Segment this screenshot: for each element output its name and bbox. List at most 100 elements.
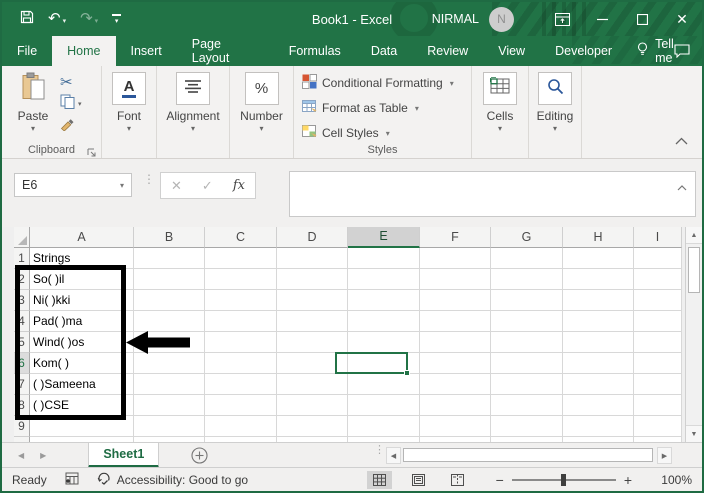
column-header-C[interactable]: C: [205, 227, 277, 248]
format-as-table-button[interactable]: Format as Table ▾: [302, 99, 419, 117]
customize-quick-access-icon[interactable]: ▾: [112, 13, 122, 25]
cell-B7[interactable]: [134, 374, 205, 395]
cell-F1[interactable]: [420, 248, 491, 269]
insert-function-icon[interactable]: fx: [233, 178, 245, 193]
selected-cell-outline[interactable]: [335, 352, 410, 376]
vertical-scrollbar-thumb[interactable]: [688, 247, 700, 293]
cell-H6[interactable]: [563, 353, 634, 374]
page-break-view-icon[interactable]: [445, 471, 470, 489]
cell-I9[interactable]: [634, 416, 682, 437]
cancel-entry-icon[interactable]: ✕: [171, 178, 182, 194]
cell-G3[interactable]: [491, 290, 563, 311]
cell-D8[interactable]: [277, 395, 348, 416]
column-header-F[interactable]: F: [420, 227, 491, 248]
cell-F9[interactable]: [420, 416, 491, 437]
cell-G6[interactable]: [491, 353, 563, 374]
enter-entry-icon[interactable]: ✓: [202, 178, 213, 194]
close-button[interactable]: ✕: [662, 2, 702, 36]
save-icon[interactable]: [20, 10, 34, 29]
sheet-nav-left-icon[interactable]: ◀: [18, 451, 24, 460]
cell-B9[interactable]: [134, 416, 205, 437]
horizontal-scrollbar[interactable]: ◀ ▶: [386, 447, 672, 464]
cell-I5[interactable]: [634, 332, 682, 353]
vertical-scrollbar[interactable]: ▲ ▼: [685, 227, 702, 442]
cell-D7[interactable]: [277, 374, 348, 395]
redo-button[interactable]: ↷ ▾: [80, 10, 98, 28]
select-all-corner[interactable]: [14, 227, 30, 248]
cell-E8[interactable]: [348, 395, 420, 416]
new-sheet-icon[interactable]: [191, 446, 208, 464]
tab-view[interactable]: View: [483, 36, 540, 66]
scroll-up-icon[interactable]: ▲: [686, 227, 702, 244]
cell-H1[interactable]: [563, 248, 634, 269]
cell-I7[interactable]: [634, 374, 682, 395]
format-painter-icon[interactable]: [60, 116, 75, 136]
number-dropdown-button[interactable]: % Number ▾: [217, 72, 307, 133]
cell-H3[interactable]: [563, 290, 634, 311]
copy-dropdown-caret[interactable]: ▾: [78, 100, 82, 108]
cell-C8[interactable]: [205, 395, 277, 416]
cell-F7[interactable]: [420, 374, 491, 395]
scroll-down-icon[interactable]: ▼: [686, 425, 702, 442]
formula-bar-expand-icon[interactable]: [677, 178, 687, 196]
cell-I1[interactable]: [634, 248, 682, 269]
user-avatar[interactable]: N: [489, 6, 514, 32]
fill-handle[interactable]: [404, 370, 410, 376]
scroll-left-icon[interactable]: ◀: [386, 447, 401, 464]
user-name[interactable]: NIRMAL: [432, 12, 479, 26]
cell-E3[interactable]: [348, 290, 420, 311]
cell-I4[interactable]: [634, 311, 682, 332]
column-header-E[interactable]: E: [348, 227, 420, 248]
cell-G7[interactable]: [491, 374, 563, 395]
cell-G8[interactable]: [491, 395, 563, 416]
cell-C7[interactable]: [205, 374, 277, 395]
column-header-H[interactable]: H: [563, 227, 634, 248]
cell-D4[interactable]: [277, 311, 348, 332]
paste-button[interactable]: Paste ▾: [12, 72, 54, 133]
tab-formulas[interactable]: Formulas: [274, 36, 356, 66]
cell-D9[interactable]: [277, 416, 348, 437]
cell-I3[interactable]: [634, 290, 682, 311]
tab-developer[interactable]: Developer: [540, 36, 627, 66]
cell-E2[interactable]: [348, 269, 420, 290]
zoom-out-icon[interactable]: −: [488, 472, 512, 488]
cell-H2[interactable]: [563, 269, 634, 290]
column-header-I[interactable]: I: [634, 227, 682, 248]
cell-E1[interactable]: [348, 248, 420, 269]
tab-file[interactable]: File: [2, 36, 52, 66]
cell-H8[interactable]: [563, 395, 634, 416]
conditional-formatting-button[interactable]: Conditional Formatting ▾: [302, 74, 454, 92]
ribbon-display-options-icon[interactable]: [542, 2, 582, 36]
formula-input[interactable]: [289, 171, 696, 217]
collapse-ribbon-icon[interactable]: [675, 132, 688, 150]
cell-E9[interactable]: [348, 416, 420, 437]
name-box[interactable]: E6 ▾: [14, 173, 132, 197]
sheet-nav-right-icon[interactable]: ▶: [40, 451, 46, 460]
cell-F8[interactable]: [420, 395, 491, 416]
cell-C5[interactable]: [205, 332, 277, 353]
cell-C2[interactable]: [205, 269, 277, 290]
cell-H4[interactable]: [563, 311, 634, 332]
cell-E4[interactable]: [348, 311, 420, 332]
column-header-G[interactable]: G: [491, 227, 563, 248]
column-header-D[interactable]: D: [277, 227, 348, 248]
tab-review[interactable]: Review: [412, 36, 483, 66]
cell-H5[interactable]: [563, 332, 634, 353]
paste-dropdown-caret[interactable]: ▾: [12, 124, 54, 133]
macro-record-icon[interactable]: [65, 472, 79, 488]
comments-icon[interactable]: [674, 36, 690, 66]
cell-B3[interactable]: [134, 290, 205, 311]
tab-page-layout[interactable]: Page Layout: [177, 36, 274, 66]
cell-I2[interactable]: [634, 269, 682, 290]
zoom-level[interactable]: 100%: [654, 473, 692, 487]
sheet-tab-sheet1[interactable]: Sheet1: [88, 442, 160, 468]
zoom-in-icon[interactable]: +: [616, 472, 640, 488]
cell-B2[interactable]: [134, 269, 205, 290]
zoom-slider[interactable]: [511, 473, 616, 486]
cell-B4[interactable]: [134, 311, 205, 332]
cell-G1[interactable]: [491, 248, 563, 269]
accessibility-status[interactable]: Accessibility: Good to go: [97, 471, 248, 488]
cut-icon[interactable]: ✂: [60, 73, 73, 91]
cell-F2[interactable]: [420, 269, 491, 290]
cell-F3[interactable]: [420, 290, 491, 311]
